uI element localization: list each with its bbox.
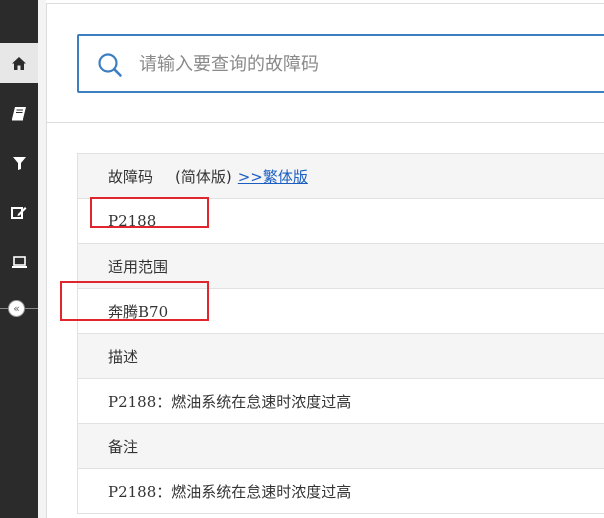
book-icon [12,106,26,120]
simplified-version-label: (简体版) [175,167,232,186]
description-value: P2188：燃油系统在怠速时浓度过高 [108,392,352,411]
edit-icon [11,206,27,219]
filter-icon [12,156,26,170]
code-label: 故障码 [108,167,154,186]
double-chevron-left-icon: « [13,302,20,315]
scope-label: 适用范围 [108,257,169,276]
scope-value: 奔腾B70 [108,302,169,321]
traditional-version-link[interactable]: >>繁体版 [238,166,308,187]
scope-header-row: 适用范围 [78,244,604,289]
sidebar: « [0,0,38,518]
sidebar-item-edit[interactable] [0,192,38,232]
note-header-row: 备注 [78,424,604,469]
search-input[interactable] [139,44,599,84]
search-box[interactable] [77,34,604,93]
home-icon [12,56,26,70]
main-panel: 故障码 (简体版) >>繁体版 P2188 适用范围 奔腾B70 描述 P218… [46,3,604,518]
description-label: 描述 [108,347,139,366]
code-header-row: 故障码 (简体版) >>繁体版 [78,154,604,199]
code-value-row: P2188 [78,199,604,244]
sidebar-item-laptop[interactable] [0,242,38,282]
code-value: P2188 [108,212,157,230]
sidebar-item-filter[interactable] [0,143,38,183]
collapse-sidebar-button[interactable]: « [8,300,25,317]
description-header-row: 描述 [78,334,604,379]
section-divider [47,122,604,123]
note-value-row: P2188：燃油系统在怠速时浓度过高 [78,469,604,514]
laptop-icon [11,256,27,268]
scope-value-row: 奔腾B70 [78,289,604,334]
fault-code-table: 故障码 (简体版) >>繁体版 P2188 适用范围 奔腾B70 描述 P218… [77,153,604,514]
sidebar-item-home[interactable] [0,43,38,83]
description-value-row: P2188：燃油系统在怠速时浓度过高 [78,379,604,424]
note-label: 备注 [108,437,139,456]
search-icon [98,53,122,77]
note-value: P2188：燃油系统在怠速时浓度过高 [108,482,352,501]
sidebar-gutter [38,0,46,518]
sidebar-item-book[interactable] [0,93,38,133]
